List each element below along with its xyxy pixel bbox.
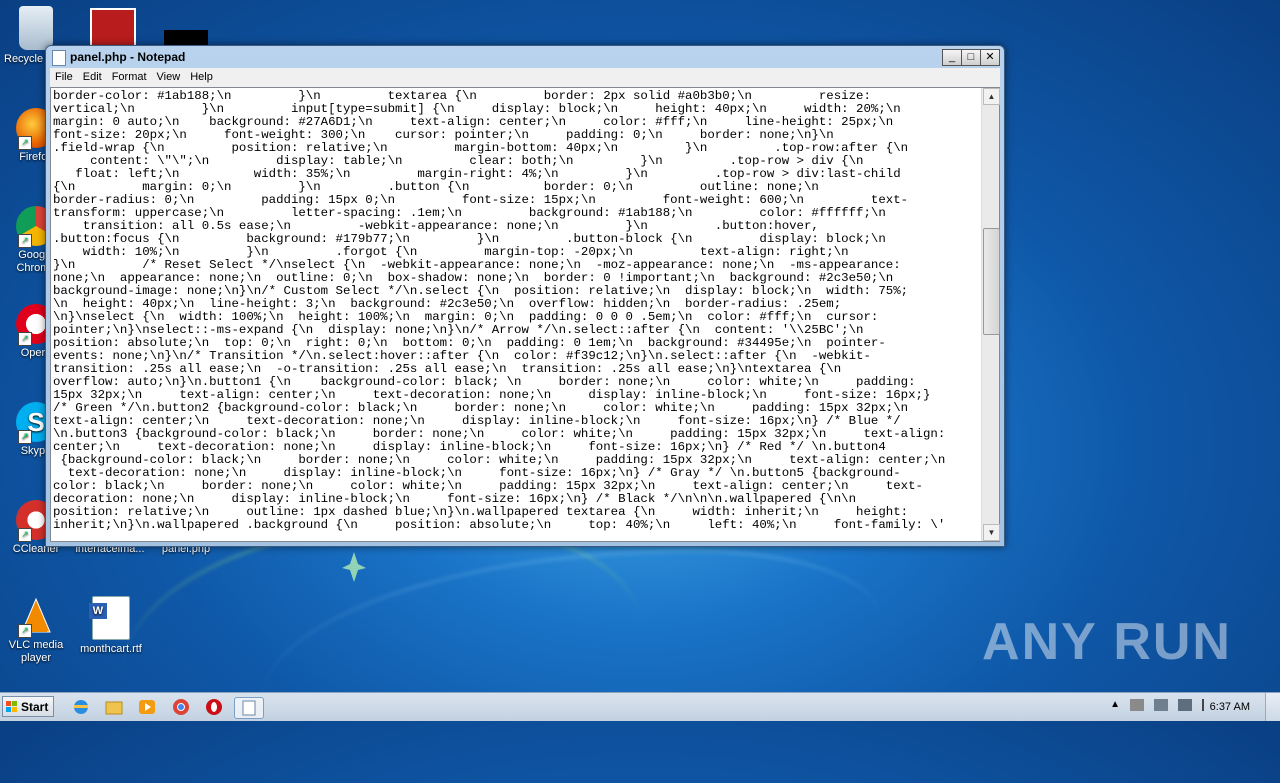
vertical-scrollbar[interactable]: ▲ ▼: [981, 88, 1000, 541]
notepad-icon: [52, 50, 66, 66]
network-icon[interactable]: [1154, 699, 1168, 711]
notepad-taskbar-button[interactable]: [234, 697, 264, 719]
internet-explorer-icon: [74, 700, 88, 714]
maximize-icon: □: [967, 51, 975, 63]
clock[interactable]: 6:37 AM: [1210, 701, 1250, 713]
action-center-icon[interactable]: [1130, 699, 1144, 711]
taskbar: Start ▲ 6:37 AM: [0, 692, 1280, 721]
volume-icon[interactable]: [1178, 699, 1192, 711]
ie-taskbar-button[interactable]: [70, 697, 92, 717]
explorer-taskbar-button[interactable]: [103, 697, 125, 717]
start-button[interactable]: Start: [2, 696, 54, 717]
opera-icon: [206, 699, 222, 715]
windows-logo-icon: [6, 701, 17, 712]
opera-taskbar-button[interactable]: [203, 697, 225, 717]
title-bar[interactable]: panel.php - Notepad _ □ ✕: [46, 46, 1004, 68]
media-player-taskbar-button[interactable]: [136, 697, 158, 717]
scroll-up-button[interactable]: ▲: [983, 88, 1000, 105]
window-title: panel.php - Notepad: [70, 50, 186, 64]
document-text[interactable]: border-color: #1ab188;\n }\n textarea {\…: [53, 90, 979, 541]
anyrun-watermark: ANY RUN: [982, 613, 1232, 671]
black-file-icon[interactable]: [164, 30, 208, 46]
notepad-window[interactable]: panel.php - Notepad _ □ ✕ File Edit Format…: [45, 45, 1005, 547]
menu-file[interactable]: File: [50, 68, 78, 83]
minimize-button[interactable]: _: [942, 49, 962, 66]
desktop-icon-vlc[interactable]: ↗ VLC media player: [4, 596, 68, 665]
media-player-icon: [139, 700, 155, 714]
chrome-icon: [173, 699, 189, 715]
wallpaper-logo: [342, 552, 366, 582]
scroll-down-button[interactable]: ▼: [983, 524, 1000, 541]
arrow-down-icon: ▼: [987, 528, 996, 537]
vlc-icon: ↗: [16, 596, 56, 638]
desktop-icon-monthcart[interactable]: W monthcart.rtf: [76, 596, 146, 656]
tray-expand-icon[interactable]: ▲: [1110, 699, 1120, 710]
desktop-icon-label: monthcart.rtf: [80, 643, 142, 655]
chrome-taskbar-button[interactable]: [170, 697, 192, 717]
arrow-up-icon: ▲: [987, 92, 996, 101]
word-document-icon: W: [89, 596, 130, 640]
menu-edit[interactable]: Edit: [78, 68, 107, 83]
scroll-thumb[interactable]: [983, 228, 1000, 335]
menu-help[interactable]: Help: [185, 68, 218, 83]
menu-bar: File Edit Format View Help: [50, 68, 1000, 87]
start-label: Start: [21, 700, 49, 714]
folder-icon: [105, 701, 123, 715]
desktop-icon-label: Recycle Bin: [4, 53, 44, 65]
close-button[interactable]: ✕: [980, 49, 1000, 66]
menu-view[interactable]: View: [152, 68, 186, 83]
notepad-icon: [242, 700, 256, 716]
show-desktop-button[interactable]: [1265, 693, 1280, 721]
recycle-bin-icon: [19, 6, 53, 50]
menu-format[interactable]: Format: [107, 68, 152, 83]
close-icon: ✕: [985, 51, 995, 63]
text-editor[interactable]: border-color: #1ab188;\n }\n textarea {\…: [50, 87, 1000, 542]
maximize-button[interactable]: □: [961, 49, 981, 66]
minimize-icon: _: [948, 51, 956, 63]
desktop-icon-label: VLC media player: [8, 639, 64, 664]
